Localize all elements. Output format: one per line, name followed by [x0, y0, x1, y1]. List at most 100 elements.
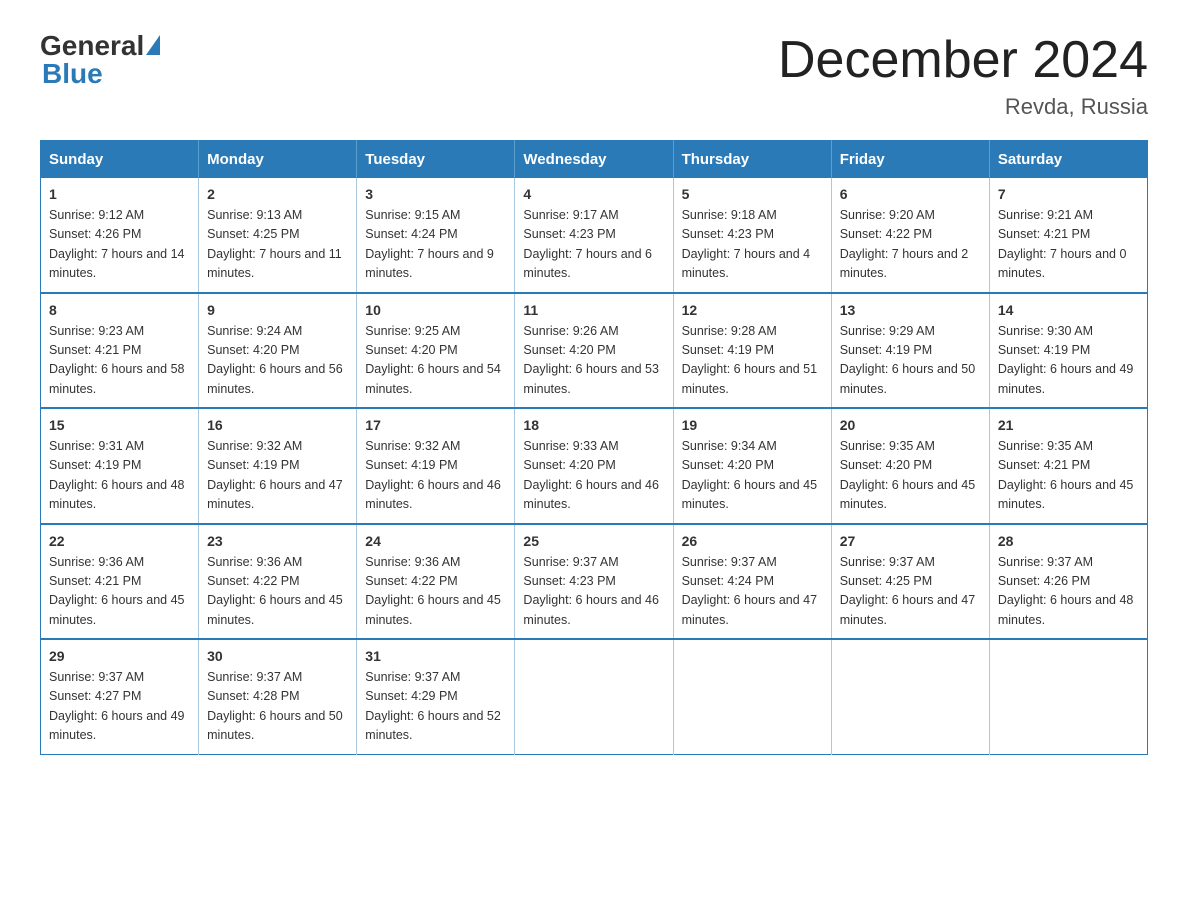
- day-info: Sunrise: 9:18 AMSunset: 4:23 PMDaylight:…: [682, 208, 811, 280]
- table-row: 18 Sunrise: 9:33 AMSunset: 4:20 PMDaylig…: [515, 408, 673, 524]
- day-number: 20: [840, 417, 981, 433]
- page-header: General Blue December 2024 Revda, Russia: [40, 30, 1148, 120]
- day-info: Sunrise: 9:34 AMSunset: 4:20 PMDaylight:…: [682, 439, 818, 511]
- calendar-week-row: 22 Sunrise: 9:36 AMSunset: 4:21 PMDaylig…: [41, 524, 1148, 640]
- table-row: 29 Sunrise: 9:37 AMSunset: 4:27 PMDaylig…: [41, 639, 199, 754]
- day-info: Sunrise: 9:37 AMSunset: 4:23 PMDaylight:…: [523, 555, 659, 627]
- calendar-table: Sunday Monday Tuesday Wednesday Thursday…: [40, 140, 1148, 755]
- day-info: Sunrise: 9:28 AMSunset: 4:19 PMDaylight:…: [682, 324, 818, 396]
- table-row: 2 Sunrise: 9:13 AMSunset: 4:25 PMDayligh…: [199, 178, 357, 293]
- day-info: Sunrise: 9:37 AMSunset: 4:24 PMDaylight:…: [682, 555, 818, 627]
- calendar-header-row: Sunday Monday Tuesday Wednesday Thursday…: [41, 141, 1148, 179]
- table-row: 26 Sunrise: 9:37 AMSunset: 4:24 PMDaylig…: [673, 524, 831, 640]
- day-number: 19: [682, 417, 823, 433]
- day-number: 10: [365, 302, 506, 318]
- day-info: Sunrise: 9:30 AMSunset: 4:19 PMDaylight:…: [998, 324, 1134, 396]
- day-info: Sunrise: 9:15 AMSunset: 4:24 PMDaylight:…: [365, 208, 494, 280]
- day-number: 22: [49, 533, 190, 549]
- logo-triangle-icon: [146, 35, 160, 55]
- day-number: 5: [682, 186, 823, 202]
- col-tuesday: Tuesday: [357, 141, 515, 179]
- title-area: December 2024 Revda, Russia: [778, 30, 1148, 120]
- day-number: 1: [49, 186, 190, 202]
- day-number: 28: [998, 533, 1139, 549]
- day-info: Sunrise: 9:37 AMSunset: 4:25 PMDaylight:…: [840, 555, 976, 627]
- logo: General Blue: [40, 30, 160, 90]
- table-row: 27 Sunrise: 9:37 AMSunset: 4:25 PMDaylig…: [831, 524, 989, 640]
- day-info: Sunrise: 9:36 AMSunset: 4:22 PMDaylight:…: [365, 555, 501, 627]
- calendar-week-row: 8 Sunrise: 9:23 AMSunset: 4:21 PMDayligh…: [41, 293, 1148, 409]
- day-number: 25: [523, 533, 664, 549]
- day-info: Sunrise: 9:37 AMSunset: 4:27 PMDaylight:…: [49, 670, 185, 742]
- day-number: 11: [523, 302, 664, 318]
- table-row: 30 Sunrise: 9:37 AMSunset: 4:28 PMDaylig…: [199, 639, 357, 754]
- day-info: Sunrise: 9:33 AMSunset: 4:20 PMDaylight:…: [523, 439, 659, 511]
- day-number: 8: [49, 302, 190, 318]
- table-row: 25 Sunrise: 9:37 AMSunset: 4:23 PMDaylig…: [515, 524, 673, 640]
- day-info: Sunrise: 9:35 AMSunset: 4:20 PMDaylight:…: [840, 439, 976, 511]
- table-row: [673, 639, 831, 754]
- table-row: 16 Sunrise: 9:32 AMSunset: 4:19 PMDaylig…: [199, 408, 357, 524]
- day-info: Sunrise: 9:31 AMSunset: 4:19 PMDaylight:…: [49, 439, 185, 511]
- table-row: 3 Sunrise: 9:15 AMSunset: 4:24 PMDayligh…: [357, 178, 515, 293]
- table-row: 13 Sunrise: 9:29 AMSunset: 4:19 PMDaylig…: [831, 293, 989, 409]
- day-number: 29: [49, 648, 190, 664]
- table-row: 12 Sunrise: 9:28 AMSunset: 4:19 PMDaylig…: [673, 293, 831, 409]
- day-number: 17: [365, 417, 506, 433]
- table-row: 10 Sunrise: 9:25 AMSunset: 4:20 PMDaylig…: [357, 293, 515, 409]
- col-monday: Monday: [199, 141, 357, 179]
- logo-blue-text: Blue: [42, 58, 103, 90]
- day-info: Sunrise: 9:13 AMSunset: 4:25 PMDaylight:…: [207, 208, 342, 280]
- table-row: 21 Sunrise: 9:35 AMSunset: 4:21 PMDaylig…: [989, 408, 1147, 524]
- day-info: Sunrise: 9:20 AMSunset: 4:22 PMDaylight:…: [840, 208, 969, 280]
- day-number: 9: [207, 302, 348, 318]
- calendar-week-row: 15 Sunrise: 9:31 AMSunset: 4:19 PMDaylig…: [41, 408, 1148, 524]
- table-row: 22 Sunrise: 9:36 AMSunset: 4:21 PMDaylig…: [41, 524, 199, 640]
- day-number: 26: [682, 533, 823, 549]
- table-row: 24 Sunrise: 9:36 AMSunset: 4:22 PMDaylig…: [357, 524, 515, 640]
- day-number: 18: [523, 417, 664, 433]
- day-number: 4: [523, 186, 664, 202]
- day-info: Sunrise: 9:25 AMSunset: 4:20 PMDaylight:…: [365, 324, 501, 396]
- day-number: 21: [998, 417, 1139, 433]
- day-info: Sunrise: 9:26 AMSunset: 4:20 PMDaylight:…: [523, 324, 659, 396]
- calendar-week-row: 1 Sunrise: 9:12 AMSunset: 4:26 PMDayligh…: [41, 178, 1148, 293]
- table-row: 19 Sunrise: 9:34 AMSunset: 4:20 PMDaylig…: [673, 408, 831, 524]
- day-number: 16: [207, 417, 348, 433]
- col-thursday: Thursday: [673, 141, 831, 179]
- table-row: 6 Sunrise: 9:20 AMSunset: 4:22 PMDayligh…: [831, 178, 989, 293]
- col-sunday: Sunday: [41, 141, 199, 179]
- day-number: 24: [365, 533, 506, 549]
- day-number: 6: [840, 186, 981, 202]
- day-number: 12: [682, 302, 823, 318]
- day-number: 23: [207, 533, 348, 549]
- table-row: 20 Sunrise: 9:35 AMSunset: 4:20 PMDaylig…: [831, 408, 989, 524]
- day-info: Sunrise: 9:17 AMSunset: 4:23 PMDaylight:…: [523, 208, 652, 280]
- table-row: 31 Sunrise: 9:37 AMSunset: 4:29 PMDaylig…: [357, 639, 515, 754]
- col-friday: Friday: [831, 141, 989, 179]
- day-info: Sunrise: 9:23 AMSunset: 4:21 PMDaylight:…: [49, 324, 185, 396]
- day-info: Sunrise: 9:32 AMSunset: 4:19 PMDaylight:…: [207, 439, 343, 511]
- day-number: 13: [840, 302, 981, 318]
- day-info: Sunrise: 9:35 AMSunset: 4:21 PMDaylight:…: [998, 439, 1134, 511]
- table-row: 4 Sunrise: 9:17 AMSunset: 4:23 PMDayligh…: [515, 178, 673, 293]
- day-number: 31: [365, 648, 506, 664]
- table-row: 1 Sunrise: 9:12 AMSunset: 4:26 PMDayligh…: [41, 178, 199, 293]
- day-number: 2: [207, 186, 348, 202]
- location-label: Revda, Russia: [778, 94, 1148, 120]
- day-info: Sunrise: 9:36 AMSunset: 4:21 PMDaylight:…: [49, 555, 185, 627]
- day-info: Sunrise: 9:21 AMSunset: 4:21 PMDaylight:…: [998, 208, 1127, 280]
- day-number: 14: [998, 302, 1139, 318]
- table-row: 14 Sunrise: 9:30 AMSunset: 4:19 PMDaylig…: [989, 293, 1147, 409]
- day-info: Sunrise: 9:32 AMSunset: 4:19 PMDaylight:…: [365, 439, 501, 511]
- day-number: 15: [49, 417, 190, 433]
- day-info: Sunrise: 9:29 AMSunset: 4:19 PMDaylight:…: [840, 324, 976, 396]
- day-number: 30: [207, 648, 348, 664]
- table-row: [831, 639, 989, 754]
- table-row: 15 Sunrise: 9:31 AMSunset: 4:19 PMDaylig…: [41, 408, 199, 524]
- table-row: 17 Sunrise: 9:32 AMSunset: 4:19 PMDaylig…: [357, 408, 515, 524]
- day-info: Sunrise: 9:37 AMSunset: 4:26 PMDaylight:…: [998, 555, 1134, 627]
- month-title: December 2024: [778, 30, 1148, 90]
- day-number: 7: [998, 186, 1139, 202]
- table-row: 7 Sunrise: 9:21 AMSunset: 4:21 PMDayligh…: [989, 178, 1147, 293]
